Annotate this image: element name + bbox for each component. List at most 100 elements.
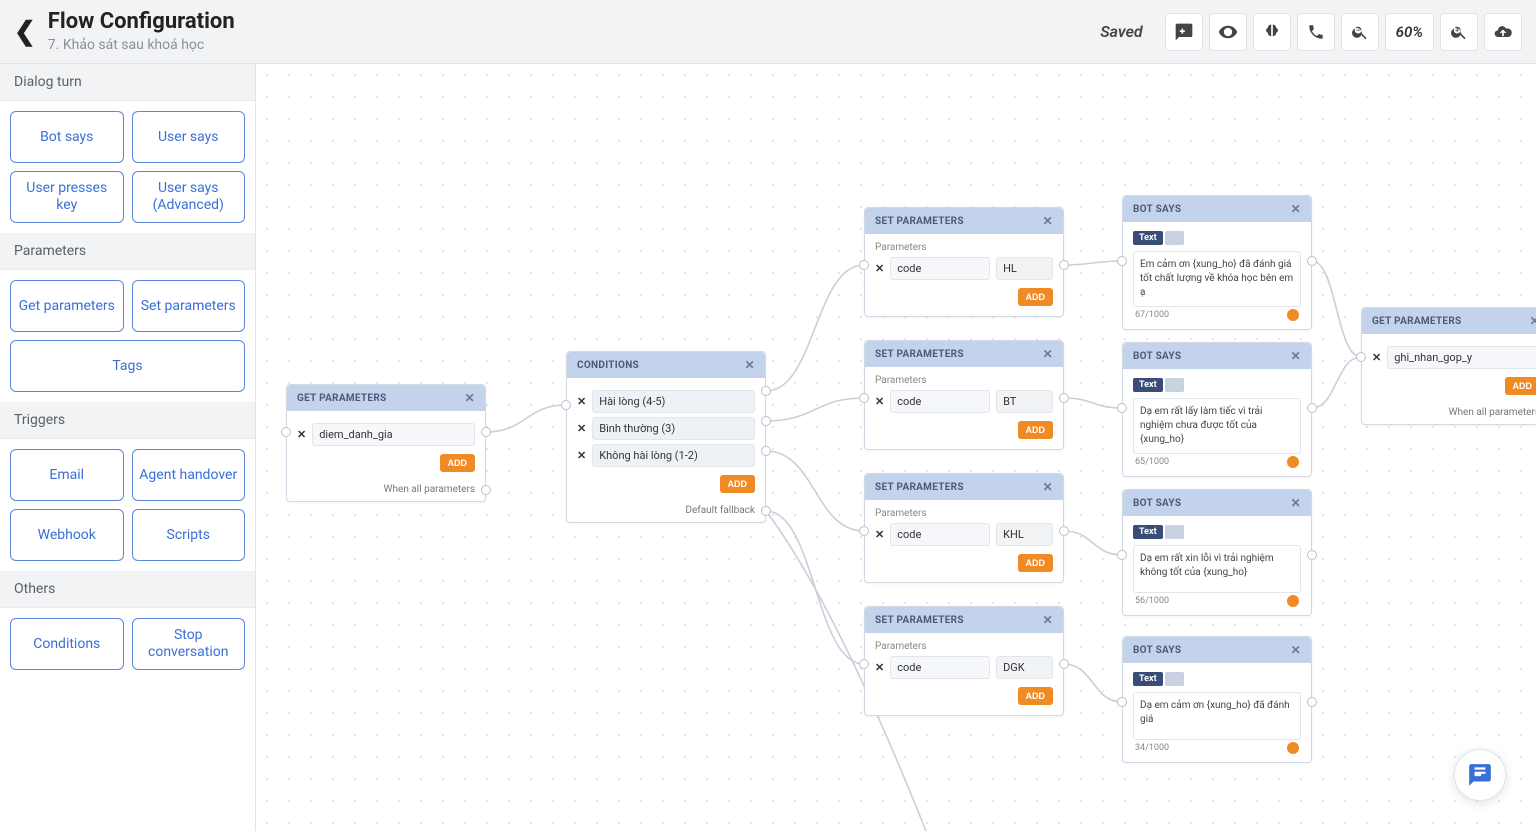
close-icon[interactable]: ✕ bbox=[745, 358, 755, 372]
remove-row-icon[interactable]: ✕ bbox=[875, 528, 884, 541]
condition-row[interactable]: Hài lòng (4-5) bbox=[592, 390, 755, 413]
palette-item[interactable]: User says (Advanced) bbox=[132, 171, 246, 223]
phone-icon[interactable] bbox=[1297, 13, 1335, 51]
remove-row-icon[interactable]: ✕ bbox=[577, 395, 586, 408]
param-value[interactable]: BT bbox=[996, 390, 1053, 413]
palette-item[interactable]: Webhook bbox=[10, 509, 124, 561]
chat-fab[interactable] bbox=[1454, 749, 1506, 801]
text-pill[interactable]: Text bbox=[1133, 525, 1163, 539]
add-button[interactable]: ADD bbox=[440, 454, 476, 472]
node-title: BOT SAYS bbox=[1133, 351, 1181, 362]
remove-row-icon[interactable]: ✕ bbox=[875, 395, 884, 408]
warn-icon bbox=[1287, 595, 1299, 607]
palette-item[interactable]: Set parameters bbox=[132, 280, 246, 332]
bot-text[interactable]: Dạ em rất lấy làm tiếc vì trải nghiệm ch… bbox=[1133, 398, 1301, 454]
node-set-parameters-1[interactable]: SET PARAMETERS✕ Parameters ✕codeHL ADD bbox=[864, 207, 1064, 317]
warn-icon bbox=[1287, 309, 1299, 321]
node-title: GET PARAMETERS bbox=[297, 393, 387, 404]
palette-item[interactable]: Get parameters bbox=[10, 280, 124, 332]
palette-item[interactable]: Tags bbox=[10, 340, 245, 392]
remove-row-icon[interactable]: ✕ bbox=[875, 661, 884, 674]
palette-item[interactable]: Stop conversation bbox=[132, 618, 246, 670]
sidebar: Dialog turnBot saysUser saysUser presses… bbox=[0, 64, 256, 831]
node-bot-says-1[interactable]: BOT SAYS✕ Text Em cảm ơn {xung_ho} đã đá… bbox=[1122, 195, 1312, 330]
palette-item[interactable]: Scripts bbox=[132, 509, 246, 561]
remove-row-icon[interactable]: ✕ bbox=[297, 428, 306, 441]
remove-row-icon[interactable]: ✕ bbox=[1372, 351, 1381, 364]
remove-row-icon[interactable]: ✕ bbox=[577, 449, 586, 462]
add-button[interactable]: ADD bbox=[720, 475, 756, 493]
node-title: SET PARAMETERS bbox=[875, 216, 964, 227]
char-count: 65/1000 bbox=[1135, 457, 1169, 467]
node-bot-says-3[interactable]: BOT SAYS✕ Text Dạ em rất xin lỗi vì trải… bbox=[1122, 489, 1312, 616]
add-message-icon[interactable] bbox=[1165, 13, 1203, 51]
zoom-in-button[interactable] bbox=[1440, 13, 1478, 51]
pill-off[interactable] bbox=[1165, 672, 1184, 686]
palette-item[interactable]: Email bbox=[10, 449, 124, 501]
palette-item[interactable]: Bot says bbox=[10, 111, 124, 163]
close-icon[interactable]: ✕ bbox=[1043, 613, 1053, 627]
node-get-parameters-2[interactable]: GET PARAMETERS✕ ✕ghi_nhan_gop_y ADD When… bbox=[1361, 307, 1536, 425]
pill-off[interactable] bbox=[1165, 378, 1184, 392]
close-icon[interactable]: ✕ bbox=[1291, 349, 1301, 363]
export-icon[interactable] bbox=[1484, 13, 1522, 51]
node-set-parameters-4[interactable]: SET PARAMETERS✕ Parameters ✕codeDGK ADD bbox=[864, 606, 1064, 716]
remove-row-icon[interactable]: ✕ bbox=[875, 262, 884, 275]
close-icon[interactable]: ✕ bbox=[1291, 202, 1301, 216]
back-button[interactable]: ❮ bbox=[14, 17, 36, 47]
node-bot-says-2[interactable]: BOT SAYS ✕ Text Dạ em rất lấy làm tiếc vì… bbox=[1122, 342, 1312, 477]
pill-off[interactable] bbox=[1165, 231, 1184, 245]
view-icon[interactable] bbox=[1209, 13, 1247, 51]
zoom-out-button[interactable] bbox=[1341, 13, 1379, 51]
palette-item[interactable]: User presses key bbox=[10, 171, 124, 223]
close-icon[interactable]: ✕ bbox=[1530, 314, 1536, 328]
close-icon[interactable]: ✕ bbox=[1291, 496, 1301, 510]
parameters-label: Parameters bbox=[875, 508, 1053, 519]
bot-text[interactable]: Dạ em cảm ơn {xung_ho} đã đánh giá bbox=[1133, 692, 1301, 740]
canvas[interactable]: GET PARAMETERS ✕ ✕ diem_danh_gia ADD When … bbox=[256, 64, 1536, 831]
close-icon[interactable]: ✕ bbox=[1043, 347, 1053, 361]
pill-off[interactable] bbox=[1165, 525, 1184, 539]
condition-row[interactable]: Không hài lòng (1-2) bbox=[592, 444, 755, 467]
node-get-parameters-1[interactable]: GET PARAMETERS ✕ ✕ diem_danh_gia ADD When … bbox=[286, 384, 486, 502]
palette-item[interactable]: Conditions bbox=[10, 618, 124, 670]
text-pill[interactable]: Text bbox=[1133, 672, 1163, 686]
saved-status: Saved bbox=[1100, 22, 1142, 41]
bot-text[interactable]: Em cảm ơn {xung_ho} đã đánh giá tốt chất… bbox=[1133, 251, 1301, 307]
close-icon[interactable]: ✕ bbox=[1043, 214, 1053, 228]
brain-icon[interactable] bbox=[1253, 13, 1291, 51]
close-icon[interactable]: ✕ bbox=[1291, 643, 1301, 657]
bot-text[interactable]: Dạ em rất xin lỗi vì trải nghiệm không t… bbox=[1133, 545, 1301, 593]
add-button[interactable]: ADD bbox=[1018, 288, 1054, 306]
add-button[interactable]: ADD bbox=[1018, 421, 1054, 439]
add-button[interactable]: ADD bbox=[1018, 554, 1054, 572]
param-value[interactable]: HL bbox=[996, 257, 1053, 280]
parameters-label: Parameters bbox=[875, 375, 1053, 386]
param-value[interactable]: DGK bbox=[996, 656, 1053, 679]
close-icon[interactable]: ✕ bbox=[465, 391, 475, 405]
param-key[interactable]: code bbox=[890, 523, 990, 546]
char-count: 67/1000 bbox=[1135, 310, 1169, 320]
palette-item[interactable]: Agent handover bbox=[132, 449, 246, 501]
when-all-label: When all parameters bbox=[287, 482, 485, 501]
condition-row[interactable]: Bình thường (3) bbox=[592, 417, 755, 440]
add-button[interactable]: ADD bbox=[1505, 377, 1536, 395]
param-key[interactable]: code bbox=[890, 656, 990, 679]
param-field[interactable]: diem_danh_gia bbox=[312, 423, 475, 446]
param-field[interactable]: ghi_nhan_gop_y bbox=[1387, 346, 1536, 369]
node-conditions[interactable]: CONDITIONS✕ ✕Hài lòng (4-5) ✕Bình thường… bbox=[566, 351, 766, 523]
add-button[interactable]: ADD bbox=[1018, 687, 1054, 705]
palette-item[interactable]: User says bbox=[132, 111, 246, 163]
node-set-parameters-2[interactable]: SET PARAMETERS✕ Parameters ✕codeBT ADD bbox=[864, 340, 1064, 450]
close-icon[interactable]: ✕ bbox=[1043, 480, 1053, 494]
text-pill[interactable]: Text bbox=[1133, 231, 1163, 245]
remove-row-icon[interactable]: ✕ bbox=[577, 422, 586, 435]
zoom-level: 60% bbox=[1385, 13, 1434, 51]
default-fallback-label: Default fallback bbox=[567, 503, 765, 522]
node-bot-says-4[interactable]: BOT SAYS✕ Text Dạ em cảm ơn {xung_ho} đã… bbox=[1122, 636, 1312, 763]
param-value[interactable]: KHL bbox=[996, 523, 1053, 546]
param-key[interactable]: code bbox=[890, 257, 990, 280]
node-set-parameters-3[interactable]: SET PARAMETERS✕ Parameters ✕codeKHL ADD bbox=[864, 473, 1064, 583]
param-key[interactable]: code bbox=[890, 390, 990, 413]
text-pill[interactable]: Text bbox=[1133, 378, 1163, 392]
